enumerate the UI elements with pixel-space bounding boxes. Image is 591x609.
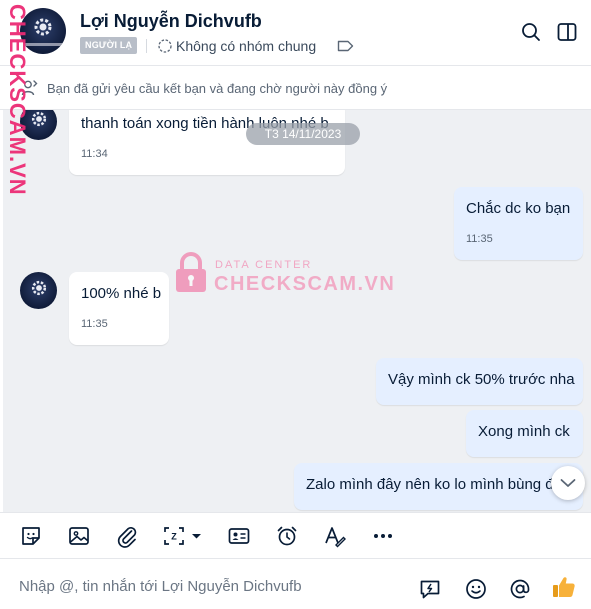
quick-message-icon[interactable] (418, 577, 442, 601)
date-separator: T3 14/11/2023 (246, 123, 360, 145)
message-input[interactable] (19, 576, 399, 596)
business-card-icon[interactable] (227, 524, 251, 548)
friend-request-notice: Bạn đã gửi yêu cầu kết bạn và đang chờ n… (0, 66, 591, 110)
scroll-to-bottom-button[interactable] (551, 466, 585, 500)
more-icon[interactable] (371, 524, 395, 548)
sender-avatar[interactable] (20, 272, 57, 309)
screenshot-icon[interactable]: Z (162, 524, 204, 548)
message-time: 11:34 (81, 148, 108, 160)
attachment-icon[interactable] (115, 524, 139, 548)
message-composer (0, 559, 591, 609)
message-text: 100% nhé b (81, 285, 162, 302)
composer-toolbar: Z (0, 512, 591, 559)
message-bubble-incoming[interactable]: 100% nhé b 11:35 (69, 272, 169, 345)
tag-icon[interactable] (337, 39, 354, 53)
reminder-icon[interactable] (275, 524, 299, 548)
notice-text: Bạn đã gửi yêu cầu kết bạn và đang chờ n… (47, 81, 388, 96)
common-group-text[interactable]: Không có nhóm chung (176, 38, 316, 54)
contact-name[interactable]: Lợi Nguyễn Dichvufb (80, 11, 262, 32)
gear-logo-icon (34, 18, 52, 36)
watermark-side-text: CHECKSCAM.VN (5, 4, 30, 196)
message-bubble-outgoing[interactable]: Vậy mình ck 50% trước nha (376, 358, 583, 405)
gear-logo-icon (31, 111, 46, 126)
message-bubble-outgoing[interactable]: Xong mình ck (466, 410, 583, 457)
chat-header: Lợi Nguyễn Dichvufb NGƯỜI LẠ Không có nh… (0, 0, 591, 66)
emoji-icon[interactable] (464, 577, 488, 601)
watermark-subtitle: DATA CENTER (215, 259, 313, 271)
common-group-icon[interactable] (157, 38, 173, 54)
message-text: Vậy mình ck 50% trước nha (388, 371, 575, 388)
search-icon[interactable] (519, 20, 543, 44)
gear-logo-icon (31, 280, 46, 295)
image-icon[interactable] (67, 524, 91, 548)
stranger-badge: NGƯỜI LẠ (80, 37, 138, 54)
thumbs-up-icon[interactable] (551, 574, 577, 600)
sticker-icon[interactable] (19, 524, 43, 548)
header-divider (146, 39, 147, 53)
message-text: Xong mình ck (478, 423, 570, 440)
message-bubble-outgoing[interactable]: Chắc dc ko bạn 11:35 (454, 187, 583, 260)
side-panel-icon[interactable] (555, 20, 579, 44)
message-text: Zalo mình đây nên ko lo mình bùng đâu (306, 476, 571, 493)
svg-text:Z: Z (171, 532, 177, 542)
watermark-lock-icon (176, 252, 206, 292)
message-time: 11:35 (81, 318, 108, 330)
text-format-icon[interactable] (323, 524, 347, 548)
mention-icon[interactable] (508, 577, 532, 601)
chevron-down-icon (560, 479, 576, 487)
message-text: Chắc dc ko bạn (466, 200, 571, 217)
message-list[interactable]: thanh toán xong tiền hành luôn nhé b 11:… (3, 110, 591, 512)
message-time: 11:35 (466, 233, 493, 245)
watermark-title: CHECKSCAM.VN (214, 273, 396, 295)
message-bubble-outgoing[interactable]: Zalo mình đây nên ko lo mình bùng đâu (294, 463, 583, 510)
